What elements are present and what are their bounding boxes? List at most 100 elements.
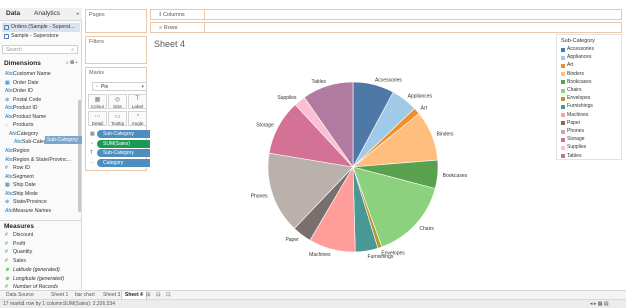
field-type-icon: ⊕ [5,266,10,273]
pie-chart[interactable]: Accessories Appliances Art Binders Bookcases… [150,34,552,290]
datasource-superstore[interactable]: Sample - Superstore [2,32,80,41]
legend-item[interactable]: Envelopes [560,95,590,102]
measures-header: Measures [4,223,34,230]
field-search-input[interactable]: Search ⌕ [2,45,78,54]
legend-item[interactable]: Chairs [560,87,581,94]
button-label: Label [131,104,144,109]
legend-label: Storage [567,136,585,143]
data-pane-scrollbar[interactable] [78,100,81,212]
collapse-pane-icon[interactable]: ◂ [76,11,79,17]
legend-item[interactable]: Paper [560,120,580,127]
field-label: Measure Names [13,207,52,214]
legend-label: Envelopes [567,95,591,102]
marks-colour-button[interactable]: ▦ Colour [88,94,107,109]
angle-icon: ◔ [135,113,140,119]
data-pane-tabs: Data Analytics ◂ [0,8,82,21]
datasource-orders[interactable]: Orders (Sample - Superst... [2,23,80,32]
tab-data[interactable]: Data [6,10,20,17]
pill-encoding-icon: T [90,150,94,157]
legend-item[interactable]: Supplies [560,144,586,151]
sheet-tab[interactable]: Data Source [3,291,37,299]
button-label: Size [113,104,122,109]
color-legend: Sub-Category Accessories Appliances Art Bin… [556,34,622,160]
dimension-field[interactable]: Abc Measure Names [2,207,78,216]
field-label: Ship Mode [13,190,38,197]
legend-label: Art [567,62,574,69]
chevron-down-icon: ▾ [141,84,144,90]
sheet-tab[interactable]: Sheet 4 [121,291,147,299]
legend-swatch [561,154,565,159]
datasource-label: Sample - Superstore [11,33,59,39]
slice-label: Machines [309,252,331,258]
new-dashboard-icon[interactable]: ⊟ [156,291,161,299]
marks-field-pill[interactable]: Sub-Category [97,149,154,158]
field-label: Sales [13,258,26,265]
mark-type-dropdown[interactable]: ◔ Pie ▾ [92,82,147,91]
marks-field-pill[interactable]: Sub-Category [97,130,154,138]
legend-swatch [561,137,565,142]
legend-item[interactable]: Art [560,62,573,69]
columns-shelf[interactable]: ⦀ Columns [150,9,622,20]
field-label: Products [13,122,34,129]
legend-item[interactable]: Accessories [560,46,594,53]
measure-field[interactable]: # Discount [2,231,78,240]
marks-size-button[interactable]: ◎ Size [108,94,127,109]
field-label: Order Date [13,79,39,86]
marks-label-button[interactable]: T Label [128,94,147,109]
legend-swatch [561,121,565,126]
dimensions-menu-icon[interactable]: ⌕ ▦ ▾ [66,60,77,66]
legend-swatch [561,80,565,85]
legend-item[interactable]: Phones [560,128,584,135]
legend-label: Supplies [567,144,587,151]
legend-item[interactable]: Machines [560,112,588,119]
legend-swatch [561,104,565,109]
measure-field[interactable]: # Quantity [2,248,78,257]
database-icon [4,34,9,39]
marks-detail-button[interactable]: ⋯ Detail [88,111,107,126]
marks-tooltip-button[interactable]: ▭ Tooltip [108,111,127,126]
marks-angle-button[interactable]: ◔ Angle [128,111,147,126]
field-type-icon: ⊕ [5,275,10,282]
button-label: Angle [131,121,144,126]
datasource-label: Orders (Sample - Superst... [11,24,75,30]
legend-item[interactable]: Tables [560,153,581,160]
legend-item[interactable]: Appliances [560,54,591,61]
measure-field[interactable]: # Profit [2,240,78,249]
slice-label: Bookcases [443,173,468,179]
field-label: Region & State/Provinc... [13,156,71,163]
measure-field[interactable]: ⊕ Longitude (generated) [2,275,78,284]
sheet-tab[interactable]: Sheet 1 [48,291,71,299]
new-story-icon[interactable]: ⊡ [166,291,171,299]
detail-icon: ⋯ [94,114,101,120]
colour-icon: ▦ [94,97,101,103]
filters-card[interactable]: Filters [85,36,147,64]
legend-title: Sub-Category [561,38,595,44]
field-label: Profit [13,240,26,247]
measure-field[interactable]: # Sales [2,257,78,266]
legend-item[interactable]: Storage [560,136,585,143]
slice-label: Appliances [408,93,433,99]
marks-field-pill[interactable]: Category [97,158,154,167]
legend-item[interactable]: Bookcases [560,79,591,86]
status-marks: 17 marks [3,301,24,307]
pill-encoding-icon: ▦ [90,131,95,137]
legend-label: Accessories [567,46,594,52]
new-sheet-icon[interactable]: ⊞ [146,291,151,299]
legend-swatch [561,47,565,52]
data-pane: Data Analytics ◂ Orders (Sample - Supers… [0,8,82,290]
legend-item[interactable]: Furnishings [560,103,593,110]
sheet-tab[interactable]: bar chart [72,291,98,299]
field-type-icon: # [5,232,8,238]
tab-analytics[interactable]: Analytics [34,10,60,17]
slice-label: Supplies [277,95,297,101]
pages-card[interactable]: Pages [85,9,147,33]
rows-shelf[interactable]: ≡ Rows [150,22,622,33]
legend-item[interactable]: Binders [560,71,584,78]
measure-field[interactable]: ⊕ Latitude (generated) [2,266,78,275]
status-nav-icons[interactable]: ◂ ▸ ▦ ▤ [590,301,609,308]
sheet-tab[interactable]: Sheet 3 [100,291,123,299]
marks-field-pill[interactable]: SUM(Sales) [97,139,154,148]
filters-title: Filters [89,39,104,45]
status-sum: SUM(Sales): 2,326,534 [63,301,115,307]
field-type-icon: Abc [5,207,14,214]
